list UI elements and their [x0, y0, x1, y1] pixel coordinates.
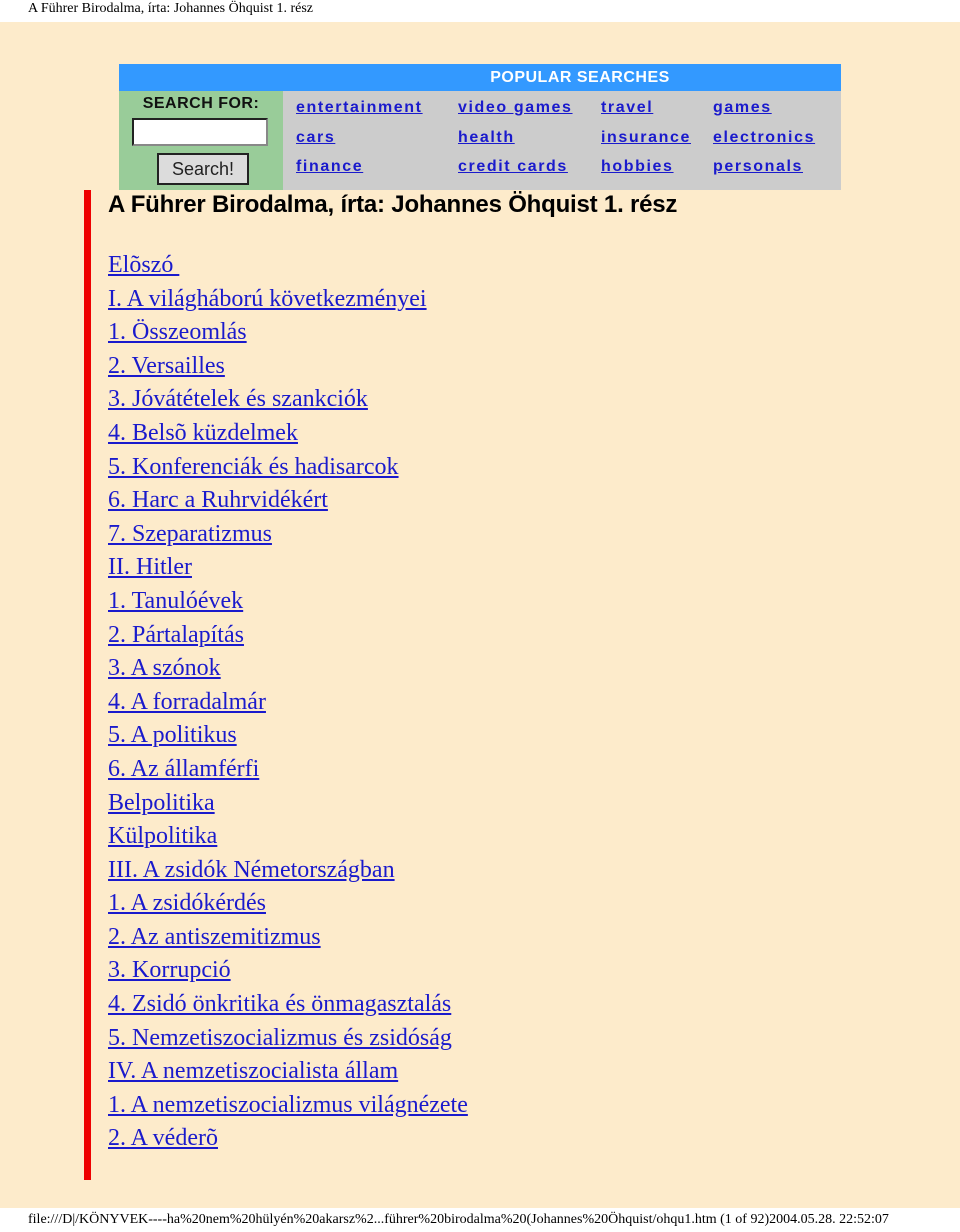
toc-link[interactable]: Külpolitika: [108, 823, 217, 849]
popular-searches-header: POPULAR SEARCHES: [119, 64, 841, 91]
toc-link[interactable]: 4. Zsidó önkritika és önmagasztalás: [108, 991, 451, 1017]
toc-link[interactable]: 2. A véderõ: [108, 1125, 218, 1151]
popular-searches-widget: POPULAR SEARCHES SEARCH FOR: Search! ent…: [119, 64, 841, 190]
popular-link-entertainment[interactable]: entertainment: [296, 99, 423, 117]
search-input[interactable]: [132, 118, 268, 146]
popular-link-credit-cards[interactable]: credit cards: [458, 158, 568, 176]
toc-item: II. Hitler: [108, 552, 468, 586]
toc-item: Külpolitika: [108, 821, 468, 855]
toc-item: Elõszó: [108, 250, 468, 284]
toc-link[interactable]: 1. Tanulóévek: [108, 588, 243, 614]
popular-link-games[interactable]: games: [713, 99, 772, 117]
toc-item: 4. A forradalmár: [108, 687, 468, 721]
popular-link-health[interactable]: health: [458, 129, 515, 147]
toc-item: 2. Versailles: [108, 351, 468, 385]
toc-item: I. A világháború következményei: [108, 284, 468, 318]
toc-link[interactable]: 4. A forradalmár: [108, 689, 266, 715]
popular-link-hobbies[interactable]: hobbies: [601, 158, 674, 176]
toc-link[interactable]: 6. Harc a Ruhrvidékért: [108, 487, 328, 513]
toc-item: 1. A nemzetiszocializmus világnézete: [108, 1090, 468, 1124]
toc-item: III. A zsidók Németországban: [108, 855, 468, 889]
toc-link[interactable]: 1. A nemzetiszocializmus világnézete: [108, 1092, 468, 1118]
search-panel: SEARCH FOR: Search!: [119, 91, 283, 190]
toc-item: 2. Az antiszemitizmus: [108, 922, 468, 956]
toc-link[interactable]: 3. A szónok: [108, 655, 221, 681]
toc-link[interactable]: 2. Versailles: [108, 353, 225, 379]
popular-link-travel[interactable]: travel: [601, 99, 653, 117]
search-for-label: SEARCH FOR:: [142, 95, 260, 112]
toc-item: 1. Összeomlás: [108, 317, 468, 351]
popular-link-personals[interactable]: personals: [713, 158, 803, 176]
toc-link[interactable]: 3. Jóvátételek és szankciók: [108, 386, 368, 412]
toc-item: 7. Szeparatizmus: [108, 519, 468, 553]
toc-item: 4. Zsidó önkritika és önmagasztalás: [108, 989, 468, 1023]
toc-link[interactable]: 6. Az államférfi: [108, 756, 259, 782]
document-title: A Führer Birodalma, írta: Johannes Öhqui…: [108, 191, 678, 218]
popular-link-electronics[interactable]: electronics: [713, 129, 815, 147]
toc-item: 5. Nemzetiszocializmus és zsidóság: [108, 1023, 468, 1057]
toc-link[interactable]: 2. Az antiszemitizmus: [108, 924, 321, 950]
toc-link-part-3[interactable]: III. A zsidók Németországban: [108, 857, 395, 883]
toc-item: 6. Harc a Ruhrvidékért: [108, 485, 468, 519]
toc-item: 3. Korrupció: [108, 955, 468, 989]
toc-link[interactable]: 5. Konferenciák és hadisarcok: [108, 454, 399, 480]
toc-item: 3. Jóvátételek és szankciók: [108, 384, 468, 418]
toc-link[interactable]: 3. Korrupció: [108, 957, 231, 983]
toc-item: 3. A szónok: [108, 653, 468, 687]
toc-item: 2. Pártalapítás: [108, 620, 468, 654]
toc-item: 6. Az államférfi: [108, 754, 468, 788]
toc-link[interactable]: Belpolitika: [108, 790, 215, 816]
toc-item: 1. Tanulóévek: [108, 586, 468, 620]
toc-link-eloszo[interactable]: Elõszó: [108, 252, 179, 278]
toc-item: 5. A politikus: [108, 720, 468, 754]
toc-item: 4. Belsõ küzdelmek: [108, 418, 468, 452]
toc-link[interactable]: 5. Nemzetiszocializmus és zsidóság: [108, 1025, 452, 1051]
toc-item: Belpolitika: [108, 788, 468, 822]
popular-link-cars[interactable]: cars: [296, 129, 335, 147]
toc-link[interactable]: 4. Belsõ küzdelmek: [108, 420, 298, 446]
toc-link[interactable]: 5. A politikus: [108, 722, 237, 748]
toc-link-part-1[interactable]: I. A világháború következményei: [108, 286, 427, 312]
print-header-title: A Führer Birodalma, írta: Johannes Öhqui…: [28, 1, 314, 16]
toc-link[interactable]: 7. Szeparatizmus: [108, 521, 272, 547]
red-accent-bar: [84, 190, 91, 1180]
toc-item: 5. Konferenciák és hadisarcok: [108, 452, 468, 486]
toc-link-part-4[interactable]: IV. A nemzetiszocialista állam: [108, 1058, 398, 1084]
toc-link-part-2[interactable]: II. Hitler: [108, 554, 192, 580]
toc-item: 1. A zsidókérdés: [108, 888, 468, 922]
search-button[interactable]: Search!: [157, 153, 249, 185]
toc-link[interactable]: 1. A zsidókérdés: [108, 890, 266, 916]
popular-links-panel: entertainment video games travel games c…: [283, 91, 841, 190]
popular-link-finance[interactable]: finance: [296, 158, 363, 176]
toc-item: 2. A véderõ: [108, 1123, 468, 1157]
page: POPULAR SEARCHES SEARCH FOR: Search! ent…: [0, 22, 960, 1208]
toc-link[interactable]: 2. Pártalapítás: [108, 622, 244, 648]
toc-link[interactable]: 1. Összeomlás: [108, 319, 247, 345]
table-of-contents: Elõszó I. A világháború következményei 1…: [108, 250, 468, 1157]
print-footer-url: file:///D|/KÖNYVEK----ha%20nem%20hülyén%…: [28, 1212, 889, 1227]
popular-link-video-games[interactable]: video games: [458, 99, 573, 117]
popular-link-insurance[interactable]: insurance: [601, 129, 691, 147]
toc-item: IV. A nemzetiszocialista állam: [108, 1056, 468, 1090]
